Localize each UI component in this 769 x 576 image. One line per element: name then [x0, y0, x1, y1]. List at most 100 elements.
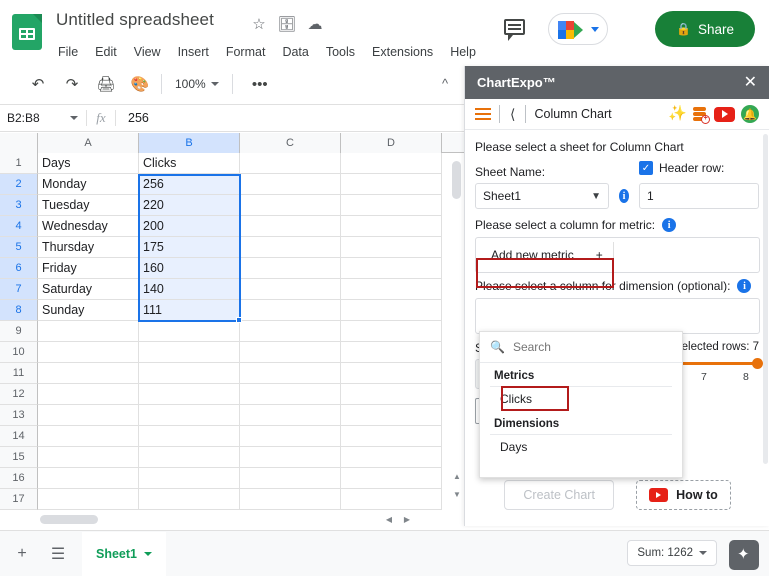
menu-edit[interactable]: Edit — [93, 44, 119, 60]
cell-B16[interactable] — [139, 468, 240, 489]
cell-B6[interactable]: 160 — [139, 258, 240, 279]
cell-C16[interactable] — [240, 468, 341, 489]
cell-B2[interactable]: 256 — [139, 174, 240, 195]
cell-C3[interactable] — [240, 195, 341, 216]
scroll-right-icon[interactable]: ▶ — [401, 514, 413, 525]
menu-view[interactable]: View — [132, 44, 163, 60]
column-header-a[interactable]: A — [38, 133, 139, 153]
cell-A12[interactable] — [38, 384, 139, 405]
cell-A6[interactable]: Friday — [38, 258, 139, 279]
row-header-13[interactable]: 13 — [0, 405, 38, 426]
panel-scrollbar[interactable] — [763, 134, 768, 464]
menu-extensions[interactable]: Extensions — [370, 44, 435, 60]
youtube-icon[interactable] — [714, 106, 735, 122]
column-header-c[interactable]: C — [240, 133, 341, 153]
cell-A4[interactable]: Wednesday — [38, 216, 139, 237]
close-icon[interactable]: ✕ — [744, 74, 757, 91]
cell-D4[interactable] — [341, 216, 442, 237]
cell-A17[interactable] — [38, 489, 139, 510]
row-header-10[interactable]: 10 — [0, 342, 38, 363]
comment-icon[interactable] — [502, 16, 528, 42]
row-header-6[interactable]: 6 — [0, 258, 38, 279]
cell-C7[interactable] — [240, 279, 341, 300]
dropdown-item-days[interactable]: Days — [480, 435, 682, 459]
menu-format[interactable]: Format — [224, 44, 268, 60]
document-title[interactable]: Untitled spreadsheet — [56, 10, 214, 30]
magic-wand-icon[interactable]: ✨ — [668, 105, 687, 123]
horizontal-scrollbar[interactable]: ◀ ▶ — [38, 513, 418, 525]
cell-A11[interactable] — [38, 363, 139, 384]
row-header-3[interactable]: 3 — [0, 195, 38, 216]
cell-D16[interactable] — [341, 468, 442, 489]
add-data-icon[interactable]: + — [692, 105, 710, 124]
cell-A9[interactable] — [38, 321, 139, 342]
cloud-saved-icon[interactable]: ☁ — [305, 15, 325, 35]
cell-C11[interactable] — [240, 363, 341, 384]
row-header-2[interactable]: 2 — [0, 174, 38, 195]
sheet-tab-sheet1[interactable]: Sheet1 — [82, 531, 166, 576]
cell-D11[interactable] — [341, 363, 442, 384]
row-header-15[interactable]: 15 — [0, 447, 38, 468]
row-header-12[interactable]: 12 — [0, 384, 38, 405]
scroll-down-icon[interactable]: ▼ — [452, 489, 462, 501]
cell-A1[interactable]: Days — [38, 153, 139, 174]
cell-D10[interactable] — [341, 342, 442, 363]
cell-D15[interactable] — [341, 447, 442, 468]
menu-tools[interactable]: Tools — [324, 44, 357, 60]
cell-B11[interactable] — [139, 363, 240, 384]
back-icon[interactable]: ⟨ — [508, 106, 517, 123]
row-header-7[interactable]: 7 — [0, 279, 38, 300]
cell-C2[interactable] — [240, 174, 341, 195]
cell-B3[interactable]: 220 — [139, 195, 240, 216]
move-to-folder-icon[interactable]: 🗄 — [277, 15, 297, 35]
dropdown-item-clicks[interactable]: Clicks — [480, 387, 682, 411]
cell-B17[interactable] — [139, 489, 240, 510]
cell-A3[interactable]: Tuesday — [38, 195, 139, 216]
cell-B8[interactable]: 111 — [139, 300, 240, 321]
select-all-corner[interactable] — [0, 133, 38, 153]
search-input[interactable] — [512, 340, 653, 354]
zoom-control[interactable]: 100% — [169, 74, 225, 94]
row-header-14[interactable]: 14 — [0, 426, 38, 447]
cell-C14[interactable] — [240, 426, 341, 447]
cell-B4[interactable]: 200 — [139, 216, 240, 237]
header-row-input[interactable]: 1 — [639, 183, 759, 209]
name-box[interactable]: B2:B8 — [0, 104, 86, 132]
more-options-icon[interactable]: ••• — [246, 70, 274, 98]
all-sheets-icon[interactable]: ☰ — [44, 540, 72, 568]
cell-C15[interactable] — [240, 447, 341, 468]
cell-C6[interactable] — [240, 258, 341, 279]
cell-C12[interactable] — [240, 384, 341, 405]
cell-D6[interactable] — [341, 258, 442, 279]
cell-B13[interactable] — [139, 405, 240, 426]
cell-D8[interactable] — [341, 300, 442, 321]
cell-D3[interactable] — [341, 195, 442, 216]
cell-D9[interactable] — [341, 321, 442, 342]
cell-A10[interactable] — [38, 342, 139, 363]
share-button[interactable]: 🔒 Share — [655, 11, 755, 47]
scroll-left-icon[interactable]: ◀ — [383, 514, 395, 525]
row-header-1[interactable]: 1 — [0, 153, 38, 174]
row-header-17[interactable]: 17 — [0, 489, 38, 510]
star-icon[interactable]: ☆ — [249, 15, 269, 35]
cell-C10[interactable] — [240, 342, 341, 363]
add-sheet-icon[interactable]: + — [8, 540, 36, 568]
menu-icon[interactable] — [475, 105, 491, 123]
dimension-container[interactable] — [475, 298, 760, 334]
cell-C8[interactable] — [240, 300, 341, 321]
row-header-5[interactable]: 5 — [0, 237, 38, 258]
slider-knob-max[interactable] — [752, 358, 763, 369]
cell-D7[interactable] — [341, 279, 442, 300]
cell-D17[interactable] — [341, 489, 442, 510]
metric-info-icon[interactable]: i — [662, 218, 677, 232]
cell-B7[interactable]: 140 — [139, 279, 240, 300]
cell-A7[interactable]: Saturday — [38, 279, 139, 300]
cell-C13[interactable] — [240, 405, 341, 426]
google-meet-button[interactable] — [548, 13, 608, 45]
undo-icon[interactable]: ↶ — [24, 70, 52, 98]
cell-A5[interactable]: Thursday — [38, 237, 139, 258]
scroll-up-icon[interactable]: ▲ — [452, 471, 462, 483]
cell-C17[interactable] — [240, 489, 341, 510]
cell-B5[interactable]: 175 — [139, 237, 240, 258]
column-header-d[interactable]: D — [341, 133, 442, 153]
